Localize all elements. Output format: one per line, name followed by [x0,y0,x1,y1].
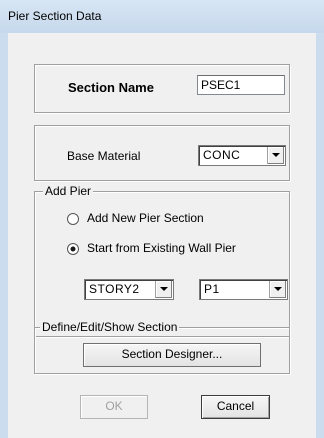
base-material-group: Base Material CONC [34,125,290,181]
start-from-existing-wall-pier-label: Start from Existing Wall Pier [87,241,236,255]
chevron-down-icon [160,287,168,291]
define-section-legend: Define/Edit/Show Section [40,320,180,334]
base-material-label: Base Material [67,149,141,163]
window-frame-right [316,33,324,438]
add-new-pier-section-label: Add New Pier Section [87,211,204,225]
radio-unselected-icon[interactable] [67,213,79,225]
pier-value: P1 [204,282,220,296]
story-dropdown-button[interactable] [155,281,172,298]
radio-start-from-existing-wall-pier[interactable]: Start from Existing Wall Pier [67,241,277,257]
title-bar: Pier Section Data [0,0,324,34]
add-pier-legend: Add Pier [43,184,94,198]
dialog-client-area: Section Name PSEC1 Base Material CONC Ad… [8,33,316,438]
section-designer-button[interactable]: Section Designer... [83,343,261,367]
story-dropdown[interactable]: STORY2 [84,279,174,300]
section-name-group: Section Name PSEC1 [34,64,290,113]
radio-add-new-pier-section[interactable]: Add New Pier Section [67,211,267,227]
pier-section-dialog: Pier Section Data Section Name PSEC1 Bas… [0,0,324,438]
base-material-dropdown[interactable]: CONC [198,145,286,166]
chevron-down-icon [274,287,282,291]
window-frame-left [0,33,8,438]
base-material-value: CONC [203,148,241,162]
window-title: Pier Section Data [8,9,102,23]
radio-selected-icon[interactable] [67,243,79,255]
pier-dropdown[interactable]: P1 [199,279,288,300]
define-section-group: Define/Edit/Show Section Section Designe… [34,320,290,374]
section-name-label: Section Name [68,80,154,95]
add-pier-group: Add Pier Add New Pier Section Start from… [34,184,290,337]
base-material-dropdown-button[interactable] [267,147,284,164]
cancel-button[interactable]: Cancel [201,395,270,419]
story-value: STORY2 [89,282,140,296]
ok-button[interactable]: OK [80,395,148,419]
section-name-input[interactable]: PSEC1 [197,75,285,95]
chevron-down-icon [272,153,280,157]
pier-dropdown-button[interactable] [269,281,286,298]
